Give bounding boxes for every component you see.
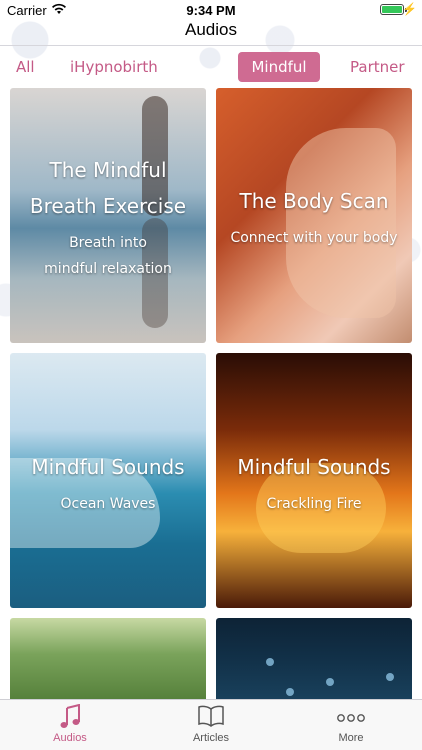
rain-drops-image <box>266 658 274 666</box>
music-note-icon <box>0 703 140 732</box>
card-title: Mindful Sounds <box>31 455 185 479</box>
card-subtitle: Ocean Waves <box>60 496 156 512</box>
nav-divider <box>0 45 422 46</box>
clock: 9:34 PM <box>186 3 236 18</box>
ellipsis-icon <box>281 704 421 732</box>
tab-label: Audios <box>53 732 87 744</box>
tab-label: Articles <box>192 732 230 744</box>
audio-grid: The Mindful Breath Exercise Breath into mi… <box>0 88 422 700</box>
tab-partner[interactable]: Partner <box>338 52 417 82</box>
audio-card-mindful-breath[interactable]: The Mindful Breath Exercise Breath into mi… <box>10 88 206 343</box>
tab-audios[interactable]: Audios <box>0 700 140 750</box>
audio-card-rain[interactable] <box>216 618 412 700</box>
card-title: Mindful Sounds <box>237 455 391 479</box>
page-title: Audios <box>185 20 237 39</box>
tab-mindful[interactable]: Mindful <box>238 52 320 82</box>
charging-bolt-icon: ⚡ <box>402 2 417 16</box>
tab-articles[interactable]: Articles <box>141 700 281 750</box>
tab-label: More <box>338 732 364 744</box>
card-subtitle: Connect with your body <box>230 230 398 246</box>
category-tabs: All iHypnobirth Mindful Partner <box>0 50 422 86</box>
card-title: The Mindful Breath Exercise <box>29 158 187 218</box>
book-icon <box>141 704 281 732</box>
status-bar: Carrier 9:34 PM ⚡ <box>0 0 422 20</box>
card-title: The Body Scan <box>239 189 389 213</box>
tab-bar: Audios Articles More <box>0 699 422 750</box>
card-subtitle: Crackling Fire <box>266 496 362 512</box>
audio-card-body-scan[interactable]: The Body Scan Connect with your body <box>216 88 412 343</box>
battery-icon <box>380 4 407 15</box>
card-subtitle: Breath into mindful relaxation <box>44 235 172 277</box>
audio-card-forest[interactable] <box>10 618 206 700</box>
tab-more[interactable]: More <box>281 700 421 750</box>
audio-card-crackling-fire[interactable]: Mindful Sounds Crackling Fire <box>216 353 412 608</box>
tab-all[interactable]: All <box>4 52 47 82</box>
tab-ihypnobirth[interactable]: iHypnobirth <box>58 52 170 82</box>
audio-card-ocean-waves[interactable]: Mindful Sounds Ocean Waves <box>10 353 206 608</box>
